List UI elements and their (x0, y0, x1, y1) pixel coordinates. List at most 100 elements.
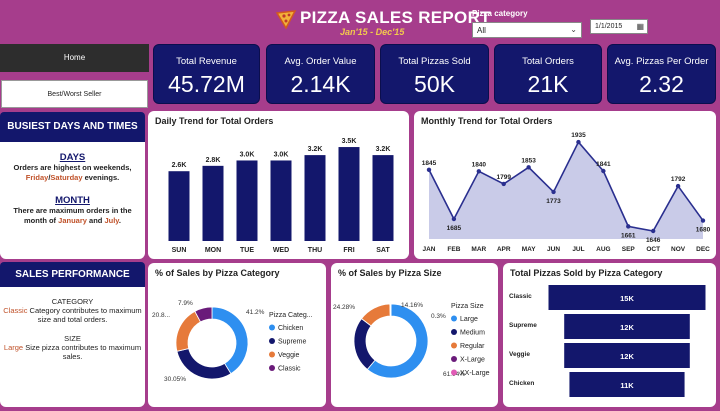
x-tick-label: SAT (376, 247, 390, 254)
category-highlight: Classic (3, 306, 28, 315)
legend-swatch (269, 365, 275, 371)
kpi-card-total-pizzas-sold: Total Pizzas Sold 50K (380, 44, 489, 104)
y-tick-label: Classic (509, 293, 532, 300)
category-sold-chart: 15K Classic 12K Supreme 12K Veggie 11K Chicken (509, 285, 706, 397)
x-tick-label: NOV (671, 246, 686, 253)
category-filter-value: All (477, 26, 486, 35)
nav-home-button[interactable]: Home (0, 44, 149, 72)
kpi-card-avg-pizzas-per-order: Avg. Pizzas Per Order 2.32 (607, 44, 716, 104)
slice-chicken (211, 306, 249, 375)
sales-performance-panel: CATEGORY Classic Category contributes to… (0, 287, 145, 407)
data-point-jul (576, 139, 581, 145)
legend-swatch (451, 329, 457, 335)
size-pie-panel: % of Sales by Pizza Size 61.04%24.28%14.… (331, 263, 498, 407)
busiest-days-panel: DAYS Orders are highest on weekends, Fri… (0, 142, 145, 259)
nav-best-worst-button[interactable]: Best/Worst Seller (1, 80, 148, 108)
bar-data-label: 2.6K (172, 162, 187, 169)
days-text-2: evenings. (82, 173, 120, 182)
point-data-label: 1661 (621, 232, 636, 239)
data-point-aug (601, 168, 606, 174)
kpi-card-total-orders: Total Orders 21K (494, 44, 602, 104)
x-tick-label: WED (273, 247, 289, 254)
data-point-jan (426, 167, 432, 172)
bar-data-label: 11K (620, 381, 634, 390)
kpi-value: 21K (527, 71, 569, 97)
legend-item-regular: Regular (460, 343, 485, 350)
chevron-down-icon: ⌄ (570, 25, 577, 34)
data-point-may (526, 165, 531, 170)
category-sold-panel: Total Pizzas Sold by Pizza Category 15K C… (503, 263, 716, 407)
kpi-value: 45.72M (168, 71, 245, 97)
kpi-value: 50K (414, 71, 455, 97)
x-tick-label: JAN (422, 246, 435, 253)
x-tick-label: FRI (343, 247, 354, 254)
data-point-feb (451, 216, 457, 222)
size-pie-chart: 61.04%24.28%14.16%0.3%Pizza SizeLargeMed… (333, 302, 490, 379)
days-highlight-friday: Friday (25, 173, 49, 182)
month-highlight-july: July (104, 216, 119, 225)
x-tick-label: MON (205, 247, 221, 254)
bar-thu (304, 155, 326, 241)
point-data-label: 1935 (571, 132, 586, 139)
slice-medium (353, 318, 376, 370)
pizza-icon (275, 10, 297, 29)
category-heading: CATEGORY (51, 297, 94, 306)
point-data-label: 1680 (696, 227, 711, 234)
point-data-label: 1841 (596, 161, 611, 168)
x-tick-label: APR (497, 246, 511, 253)
month-and: and (86, 216, 105, 225)
legend-item-medium: Medium (460, 330, 485, 337)
category-filter-select[interactable]: All ⌄ (472, 22, 582, 38)
legend-title: Pizza Size (451, 303, 484, 310)
x-tick-label: SUN (172, 247, 187, 254)
legend-item-large: Large (460, 316, 478, 323)
slice-data-label: 20.8... (152, 312, 170, 319)
x-tick-label: JUL (572, 246, 584, 253)
data-point-nov (675, 183, 681, 189)
x-tick-label: DEC (696, 246, 710, 253)
x-tick-label: AUG (596, 246, 610, 253)
legend-swatch (451, 369, 457, 376)
sales-performance-header: SALES PERFORMANCE (0, 262, 145, 287)
legend-swatch (269, 351, 275, 358)
daily-trend-chart: 2.6K SUN 2.8K MON 3.0K TUE 3.0K WED 3.2K THU 3.5K F… (168, 138, 394, 254)
date-filter-input[interactable]: 1/1/2015 ▦ (590, 19, 648, 34)
legend-swatch (451, 356, 457, 362)
size-text-body: Size pizza contributes to maximum sales. (23, 343, 142, 361)
point-data-label: 1773 (546, 198, 561, 205)
days-heading: DAYS (59, 152, 86, 163)
kpi-label: Total Revenue (176, 56, 237, 67)
daily-trend-panel: Daily Trend for Total Orders 2.6K SUN 2.8K… (148, 111, 409, 259)
category-pie-chart: 41.2% 30.05% 20.8... 7.9% Pizza Categ... Chic… (152, 300, 313, 383)
data-point-apr (501, 181, 506, 187)
days-highlight-saturday: Saturday (50, 173, 83, 182)
x-tick-label: SEP (622, 246, 636, 253)
slice-data-label: 41.2% (246, 309, 265, 316)
bar-mon (202, 165, 224, 241)
x-tick-label: THU (308, 247, 322, 254)
slice-data-label: 14.16% (401, 302, 423, 309)
y-tick-label: Veggie (509, 351, 530, 358)
slice-data-label: 24.28% (333, 304, 355, 311)
kpi-value: 2.14K (290, 71, 351, 97)
busiest-days-header: BUSIEST DAYS AND TIMES (0, 112, 145, 142)
month-text: There are maximum orders in the month of… (0, 206, 145, 226)
slice-veggie (175, 310, 202, 352)
slice-data-label: 0.3% (431, 313, 446, 320)
bar-data-label: 3.5K (342, 138, 357, 145)
calendar-icon: ▦ (636, 22, 644, 31)
kpi-value: 2.32 (639, 71, 684, 97)
bar-fri (338, 147, 360, 241)
bar-sat (372, 155, 394, 241)
page-title: PIZZA SALES REPORT (300, 8, 491, 27)
data-point-oct (650, 228, 656, 234)
kpi-card-avg-order-value: Avg. Order Value 2.14K (266, 44, 375, 104)
bar-data-label: 12K (620, 352, 634, 361)
size-highlight: Large (3, 343, 24, 352)
month-heading: MONTH (55, 195, 90, 206)
slice-data-label: 30.05% (164, 376, 186, 383)
bar-data-label: 3.0K (240, 151, 255, 158)
size-heading: SIZE (64, 334, 81, 343)
x-tick-label: FEB (447, 246, 460, 253)
slice-supreme (176, 348, 232, 380)
